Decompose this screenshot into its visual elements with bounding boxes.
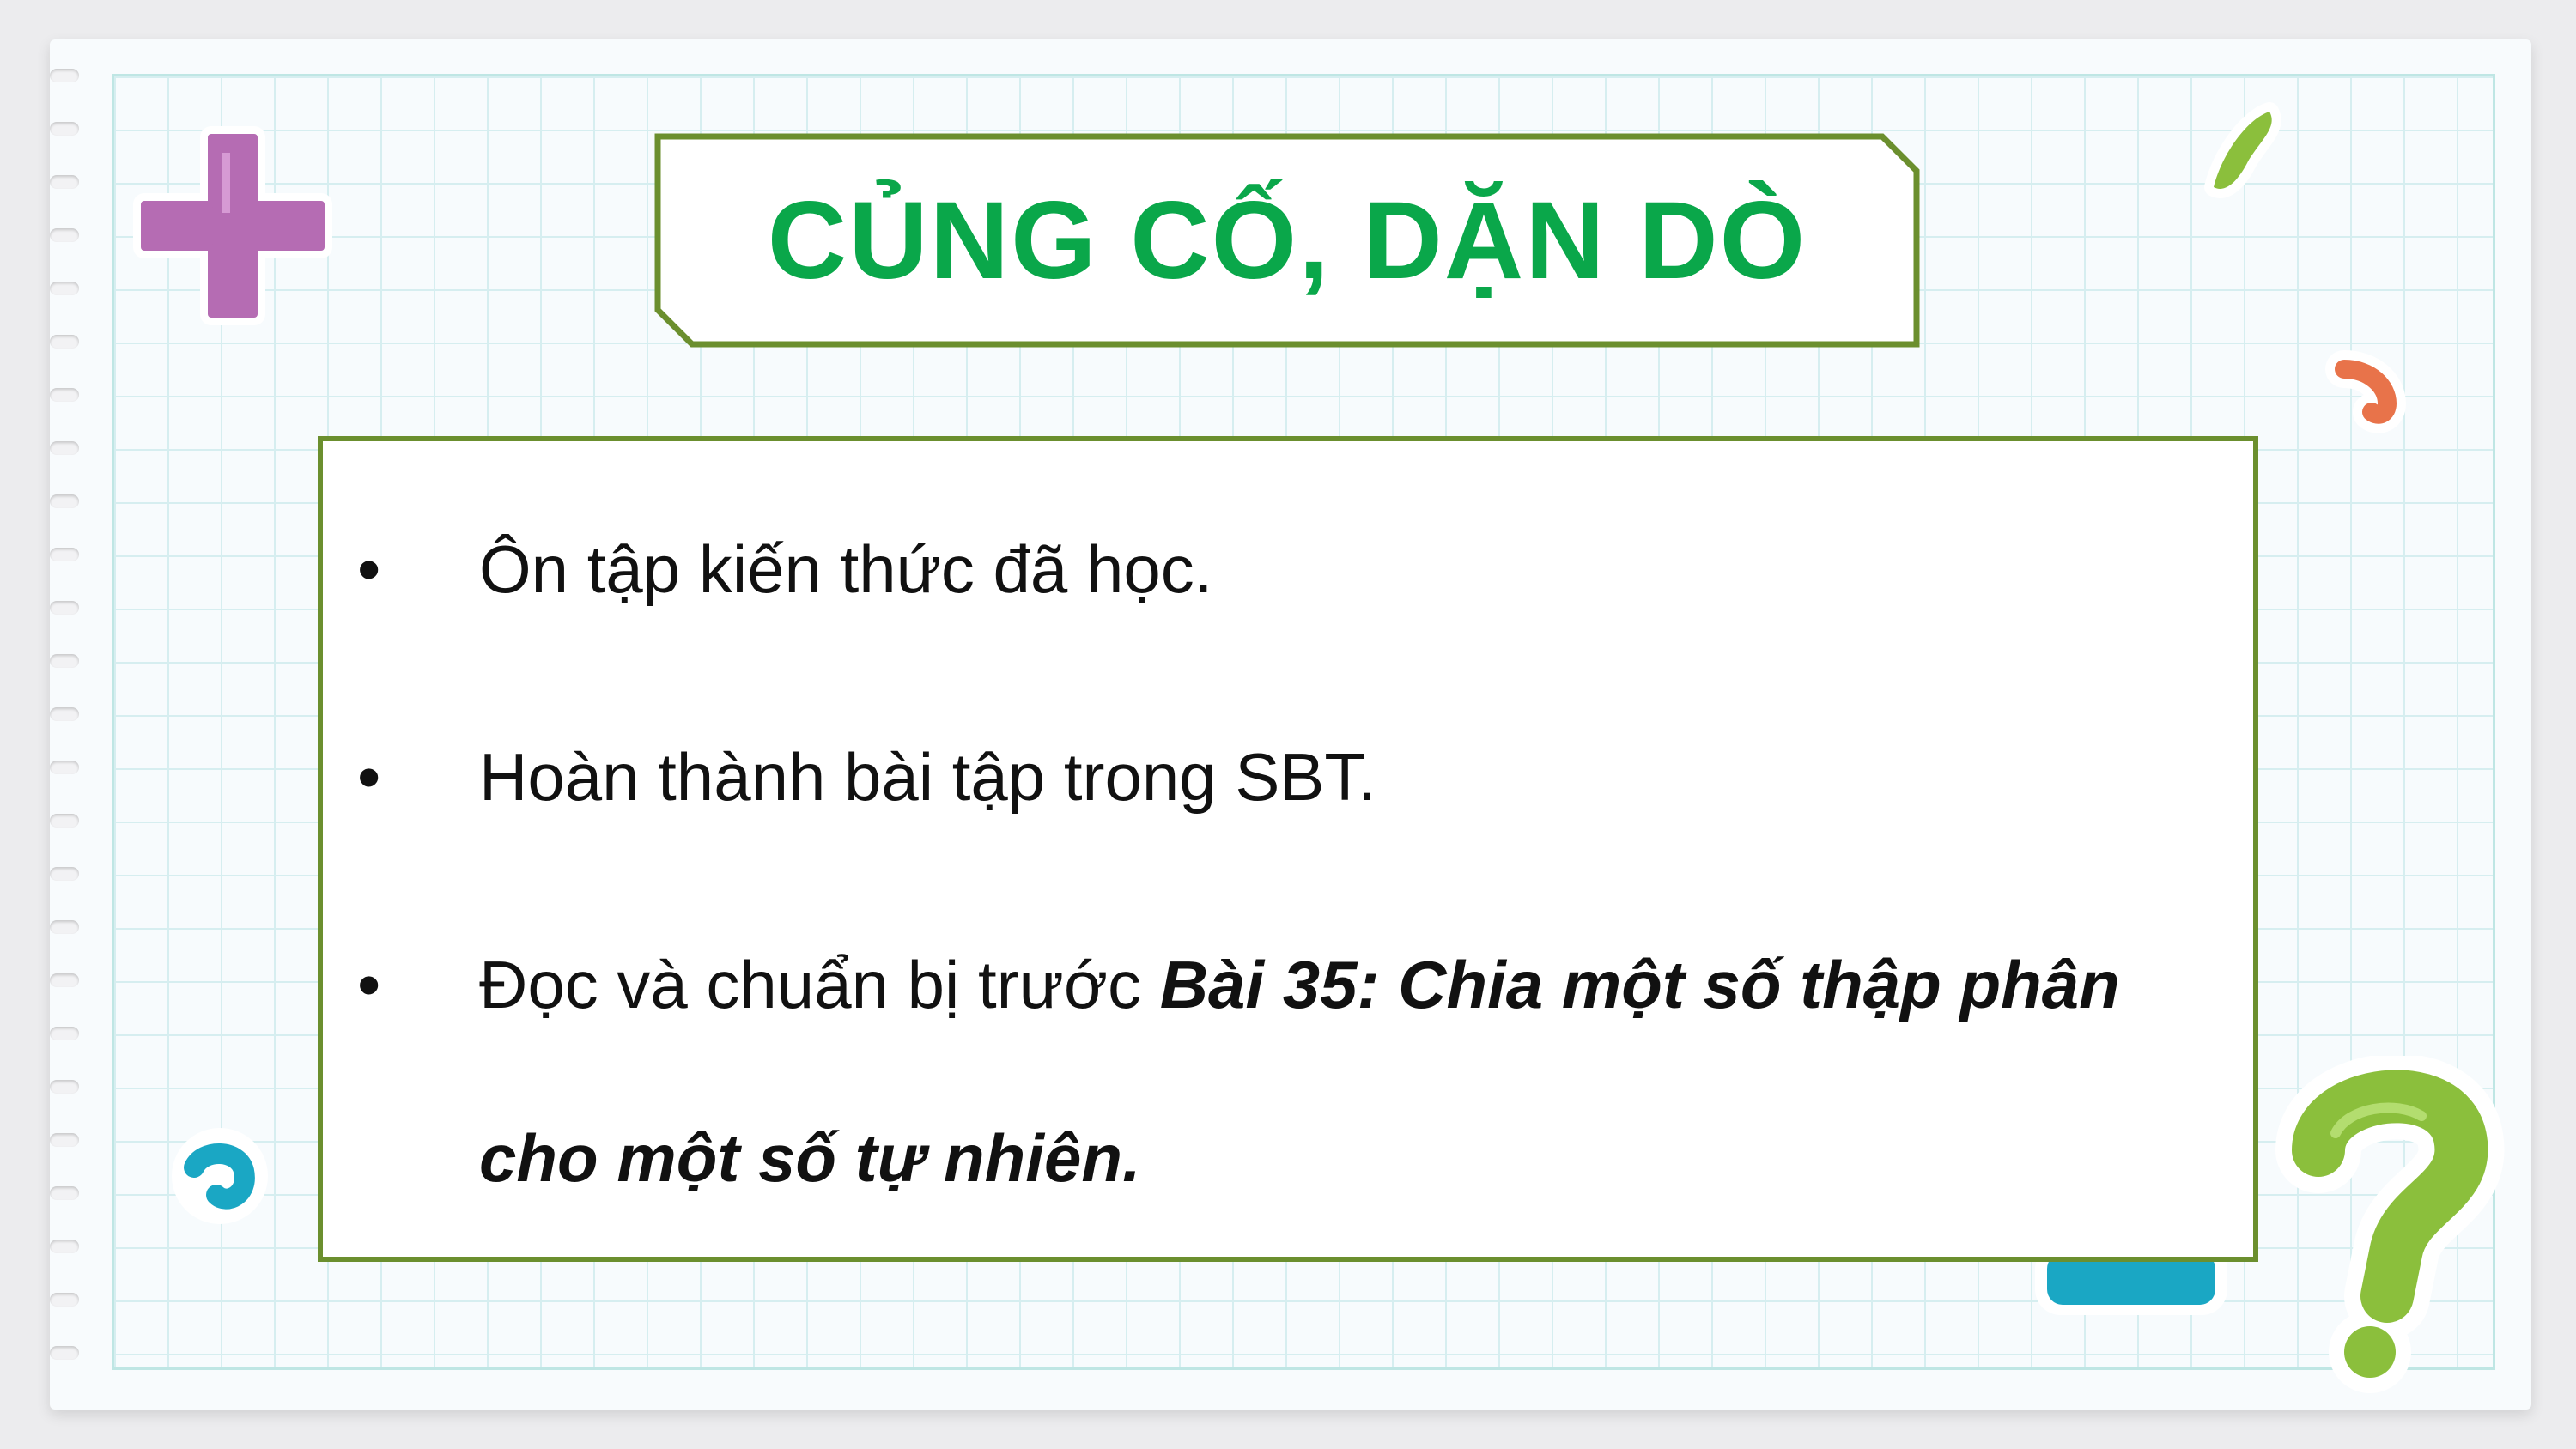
- bullet-text: Ôn tập kiến thức đã học.: [479, 531, 1213, 607]
- spiral-ring: [50, 1080, 79, 1094]
- spiral-ring: [50, 707, 79, 721]
- leaf-icon: [2204, 102, 2281, 198]
- bullet-text-plain: Đọc và chuẩn bị trước: [479, 947, 1160, 1022]
- bullet-dot: •: [357, 531, 381, 607]
- spiral-ring: [50, 175, 79, 189]
- spiral-ring: [50, 1027, 79, 1040]
- swirl-icon: [172, 1128, 268, 1224]
- spiral-ring: [50, 441, 79, 455]
- spiral-ring: [50, 814, 79, 828]
- page-title: CỦNG CỐ, DẶN DÒ: [767, 179, 1807, 302]
- spiral-ring: [50, 282, 79, 295]
- spiral-ring: [50, 1293, 79, 1307]
- spiral-ring: [50, 69, 79, 82]
- spiral-ring: [50, 654, 79, 668]
- spiral-ring: [50, 122, 79, 136]
- spiral-ring: [50, 1186, 79, 1200]
- title-banner: CỦNG CỐ, DẶN DÒ: [654, 133, 1920, 348]
- spiral-ring: [50, 1346, 79, 1360]
- bullet-text: Đọc và chuẩn bị trước Bài 35: Chia một s…: [479, 951, 2120, 1018]
- lesson-reference-continued: cho một số tự nhiên.: [479, 1120, 1141, 1196]
- spiral-ring: [50, 761, 79, 774]
- plus-icon: [133, 126, 332, 325]
- bullet-dot: •: [357, 947, 381, 1022]
- spiral-ring: [50, 388, 79, 402]
- spiral-ring: [50, 335, 79, 349]
- spiral-ring: [50, 494, 79, 508]
- bullet-text: Hoàn thành bài tập trong SBT.: [479, 739, 1377, 815]
- spiral-ring: [50, 1240, 79, 1253]
- spiral-ring: [50, 920, 79, 934]
- content-card: • Ôn tập kiến thức đã học. • Hoàn thành …: [318, 436, 2258, 1262]
- bullet-dot: •: [357, 739, 381, 815]
- spiral-ring: [50, 973, 79, 987]
- spiral-ring: [50, 548, 79, 561]
- spiral-ring: [50, 228, 79, 242]
- hook-icon: [2325, 350, 2407, 433]
- spiral-ring: [50, 1133, 79, 1147]
- spiral-ring: [50, 601, 79, 615]
- lesson-reference: Bài 35: Chia một số thập phân: [1159, 947, 2120, 1022]
- spiral-ring: [50, 867, 79, 881]
- question-mark-icon: [2275, 1056, 2505, 1393]
